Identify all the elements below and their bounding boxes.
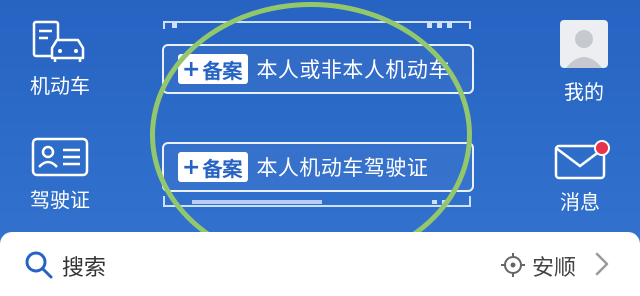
user-avatar-icon[interactable]	[560, 20, 608, 68]
register-badge: + 备案	[178, 54, 249, 84]
location-city[interactable]: 安顺	[532, 250, 576, 282]
register-vehicle-card[interactable]: + 备案 本人或非本人机动车	[162, 44, 474, 94]
register-badge: + 备案	[178, 152, 249, 182]
car-registration-icon	[32, 20, 85, 62]
register-vehicle-text: 本人或非本人机动车	[256, 58, 450, 82]
nav-vehicle[interactable]: 机动车	[0, 18, 120, 99]
register-license-text: 本人机动车驾驶证	[256, 156, 429, 180]
register-license-card[interactable]: + 备案 本人机动车驾驶证	[162, 142, 474, 192]
nav-vehicle-label: 机动车	[30, 74, 90, 98]
driver-license-icon	[31, 137, 89, 177]
search-bar[interactable]: 搜索 安顺	[0, 232, 640, 296]
crosshair-location-icon	[501, 253, 525, 277]
nav-driver-license[interactable]: 驾驶证	[0, 136, 120, 213]
card-frame-bottom-decoration	[163, 196, 471, 207]
nav-mine-label: 我的	[564, 80, 604, 104]
card-frame-top-decoration	[163, 21, 471, 29]
nav-messages[interactable]: 消息	[520, 142, 640, 215]
nav-driver-license-label: 驾驶证	[30, 188, 90, 212]
search-icon	[25, 251, 53, 279]
header-area: 机动车 驾驶证 + 备案 本人或非本人机动车 + 备案 本人机动车驾驶证 我的 …	[0, 0, 640, 232]
unread-badge	[594, 140, 610, 156]
chevron-right-icon[interactable]	[594, 250, 610, 278]
search-label: 搜索	[62, 256, 107, 281]
nav-messages-label: 消息	[560, 190, 600, 214]
